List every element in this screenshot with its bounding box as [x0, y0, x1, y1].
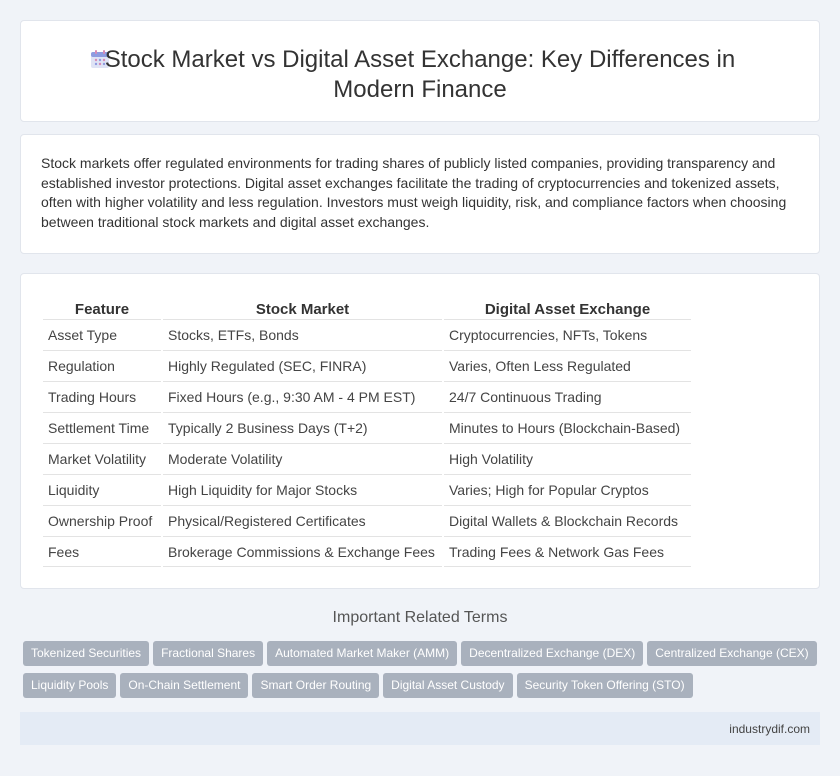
footer: industrydif.com: [20, 712, 820, 745]
table-cell: Typically 2 Business Days (T+2): [163, 412, 442, 443]
table-row: Asset Type Stocks, ETFs, Bonds Cryptocurre…: [43, 319, 691, 350]
table-cell: Varies; High for Popular Cryptos: [444, 474, 691, 505]
table-cell: Highly Regulated (SEC, FINRA): [163, 350, 442, 381]
related-terms-list: Tokenized Securities Fractional Shares Aut…: [23, 641, 823, 705]
table-cell: Asset Type: [43, 319, 161, 350]
table-cell: Varies, Often Less Regulated: [444, 350, 691, 381]
related-term-tag[interactable]: Liquidity Pools: [23, 673, 117, 698]
related-term-tag[interactable]: Smart Order Routing: [252, 673, 380, 698]
related-terms-heading: Important Related Terms: [332, 609, 508, 626]
page-title: Stock Market vs Digital Asset Exchange: …: [104, 46, 736, 103]
table-cell: Brokerage Commissions & Exchange Fees: [163, 536, 442, 567]
table-cell: Moderate Volatility: [163, 443, 442, 474]
table-row: Regulation Highly Regulated (SEC, FINRA) V…: [43, 350, 691, 381]
table-cell: Ownership Proof: [43, 505, 161, 536]
table-cell: Liquidity: [43, 474, 161, 505]
related-term-tag[interactable]: Decentralized Exchange (DEX): [461, 641, 644, 666]
footer-site: industrydif.com: [729, 722, 810, 736]
table-cell: Trading Fees & Network Gas Fees: [444, 536, 691, 567]
table-cell: Market Volatility: [43, 443, 161, 474]
table-row: Trading Hours Fixed Hours (e.g., 9:30 AM …: [43, 381, 691, 412]
intro-paragraph: Stock markets offer regulated environmen…: [41, 155, 787, 230]
related-term-tag[interactable]: Tokenized Securities: [23, 641, 150, 666]
related-term-tag[interactable]: On-Chain Settlement: [120, 673, 249, 698]
table-cell: Stocks, ETFs, Bonds: [163, 319, 442, 350]
intro-card: Stock markets offer regulated environmen…: [20, 134, 820, 254]
table-cell: High Liquidity for Major Stocks: [163, 474, 442, 505]
table-cell: High Volatility: [444, 443, 691, 474]
comparison-table: Feature Stock Market Digital Asset Excha…: [43, 294, 691, 567]
table-row: Settlement Time Typically 2 Business Days…: [43, 412, 691, 443]
related-term-tag[interactable]: Digital Asset Custody: [383, 673, 513, 698]
related-term-tag[interactable]: Fractional Shares: [153, 641, 264, 666]
table-cell: Regulation: [43, 350, 161, 381]
table-header-row: Feature Stock Market Digital Asset Excha…: [43, 294, 691, 319]
comparison-card: Feature Stock Market Digital Asset Excha…: [20, 273, 820, 589]
table-cell: Trading Hours: [43, 381, 161, 412]
table-cell: 24/7 Continuous Trading: [444, 381, 691, 412]
table-cell: Physical/Registered Certificates: [163, 505, 442, 536]
table-cell: Fees: [43, 536, 161, 567]
header-feature: Feature: [74, 301, 130, 318]
table-cell: Minutes to Hours (Blockchain-Based): [444, 412, 691, 443]
table-row: Market Volatility Moderate Volatility High…: [43, 443, 691, 474]
table-cell: Fixed Hours (e.g., 9:30 AM - 4 PM EST): [163, 381, 442, 412]
table-row: Liquidity High Liquidity for Major Stocks…: [43, 474, 691, 505]
table-cell: Settlement Time: [43, 412, 161, 443]
related-term-tag[interactable]: Centralized Exchange (CEX): [647, 641, 817, 666]
title-card: Stock Market vs Digital Asset Exchange: …: [20, 20, 820, 122]
table-row: Ownership Proof Physical/Registered Certi…: [43, 505, 691, 536]
table-row: Fees Brokerage Commissions & Exchange Fee…: [43, 536, 691, 567]
table-cell: Cryptocurrencies, NFTs, Tokens: [444, 319, 691, 350]
related-term-tag[interactable]: Security Token Offering (STO): [516, 673, 693, 698]
header-digital-asset-exchange: Digital Asset Exchange: [484, 301, 651, 318]
table-cell: Digital Wallets & Blockchain Records: [444, 505, 691, 536]
related-term-tag[interactable]: Automated Market Maker (AMM): [267, 641, 458, 666]
header-stock-market: Stock Market: [255, 301, 350, 318]
